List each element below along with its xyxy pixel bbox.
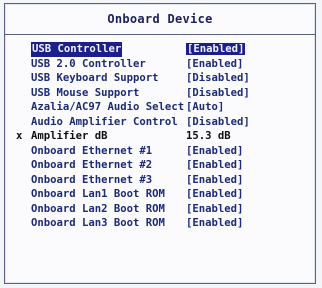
setting-onboard-ethernet-3[interactable]: Onboard Ethernet #3 [Enabled] — [5, 173, 315, 188]
setting-label: Amplifier dB — [31, 130, 108, 142]
setting-label: Azalia/AC97 Audio Select — [31, 101, 185, 113]
setting-label: USB Controller — [31, 42, 123, 57]
setting-lan1-boot-rom[interactable]: Onboard Lan1 Boot ROM [Enabled] — [5, 187, 315, 202]
setting-usb-mouse-support[interactable]: USB Mouse Support [Disabled] — [5, 86, 315, 101]
setting-value[interactable]: [Enabled] — [186, 144, 243, 159]
setting-audio-select[interactable]: Azalia/AC97 Audio Select [Auto] — [5, 100, 315, 115]
setting-value[interactable]: [Enabled] — [186, 158, 243, 173]
setting-label: Onboard Ethernet #1 — [31, 144, 153, 157]
setting-value[interactable]: [Enabled] — [186, 42, 246, 57]
setting-value[interactable]: [Enabled] — [186, 202, 243, 217]
setting-value[interactable]: [Enabled] — [186, 173, 243, 188]
setting-value[interactable]: [Enabled] — [186, 187, 243, 202]
setting-label: USB Keyboard Support — [31, 72, 159, 84]
setting-lan3-boot-rom[interactable]: Onboard Lan3 Boot ROM [Enabled] — [5, 216, 315, 231]
setting-label: Onboard Lan2 Boot ROM — [31, 202, 165, 215]
setting-value[interactable]: [Enabled] — [186, 57, 243, 72]
setting-label: Onboard Ethernet #2 — [31, 159, 153, 171]
setting-label: Audio Amplifier Control — [31, 115, 178, 128]
setting-value[interactable]: [Auto] — [186, 100, 224, 115]
setting-value[interactable]: [Disabled] — [186, 71, 250, 86]
setting-usb-keyboard-support[interactable]: USB Keyboard Support [Disabled] — [5, 71, 315, 86]
setting-onboard-ethernet-2[interactable]: Onboard Ethernet #2 [Enabled] — [5, 158, 315, 173]
setting-label: USB Mouse Support — [31, 86, 140, 99]
setting-amplifier-db: x Amplifier dB 15.3 dB — [5, 129, 315, 144]
settings-list: USB Controller [Enabled] USB 2.0 Control… — [5, 42, 315, 231]
setting-label: USB 2.0 Controller — [31, 57, 146, 70]
bios-screen: Onboard Device USB Controller [Enabled] … — [0, 0, 322, 288]
setting-value[interactable]: [Disabled] — [186, 115, 250, 130]
setting-usb2-controller[interactable]: USB 2.0 Controller [Enabled] — [5, 57, 315, 72]
setting-audio-amplifier-control[interactable]: Audio Amplifier Control [Disabled] — [5, 115, 315, 130]
setting-value[interactable]: [Disabled] — [186, 86, 250, 101]
setting-lan2-boot-rom[interactable]: Onboard Lan2 Boot ROM [Enabled] — [5, 202, 315, 217]
unavailable-x-mark: x — [16, 130, 23, 142]
onboard-device-panel: Onboard Device USB Controller [Enabled] … — [4, 3, 316, 284]
setting-label: Onboard Ethernet #3 — [31, 173, 153, 186]
setting-value[interactable]: [Enabled] — [186, 216, 243, 231]
page-title: Onboard Device — [5, 4, 315, 35]
setting-value-text: [Enabled] — [186, 43, 246, 55]
setting-label: Onboard Lan3 Boot ROM — [31, 217, 165, 229]
setting-value: 15.3 dB — [186, 130, 231, 142]
setting-onboard-ethernet-1[interactable]: Onboard Ethernet #1 [Enabled] — [5, 144, 315, 159]
setting-label: Onboard Lan1 Boot ROM — [31, 188, 165, 200]
setting-usb-controller[interactable]: USB Controller [Enabled] — [5, 42, 315, 57]
